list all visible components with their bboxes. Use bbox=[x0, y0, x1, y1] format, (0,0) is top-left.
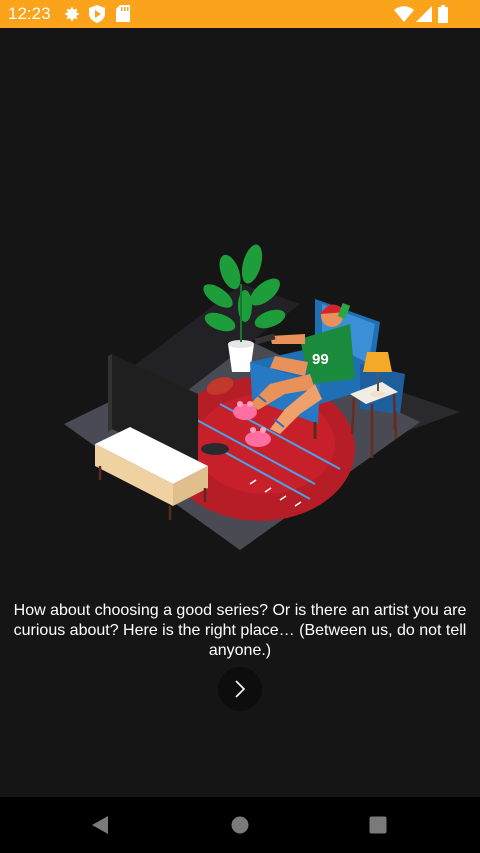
living-room-illustration: 99 bbox=[60, 244, 470, 556]
sd-card-icon bbox=[116, 5, 130, 27]
back-icon[interactable] bbox=[84, 809, 116, 841]
next-button[interactable] bbox=[218, 667, 262, 711]
battery-icon bbox=[438, 5, 448, 28]
onboarding-message: How about choosing a good series? Or is … bbox=[13, 602, 467, 659]
status-bar: 12:23 bbox=[0, 0, 480, 28]
status-time: 12:23 bbox=[8, 4, 51, 23]
gear-icon bbox=[63, 5, 81, 28]
onboarding-screen: 99 How about choosing a good series? Or … bbox=[0, 28, 480, 797]
wifi-icon bbox=[394, 6, 414, 27]
cell-signal-icon bbox=[416, 6, 432, 27]
home-icon[interactable] bbox=[224, 809, 256, 841]
chevron-right-icon bbox=[235, 680, 246, 698]
recents-icon[interactable] bbox=[362, 809, 394, 841]
navigation-bar bbox=[0, 797, 480, 853]
shield-play-icon bbox=[89, 5, 105, 28]
svg-text:99: 99 bbox=[312, 351, 329, 368]
